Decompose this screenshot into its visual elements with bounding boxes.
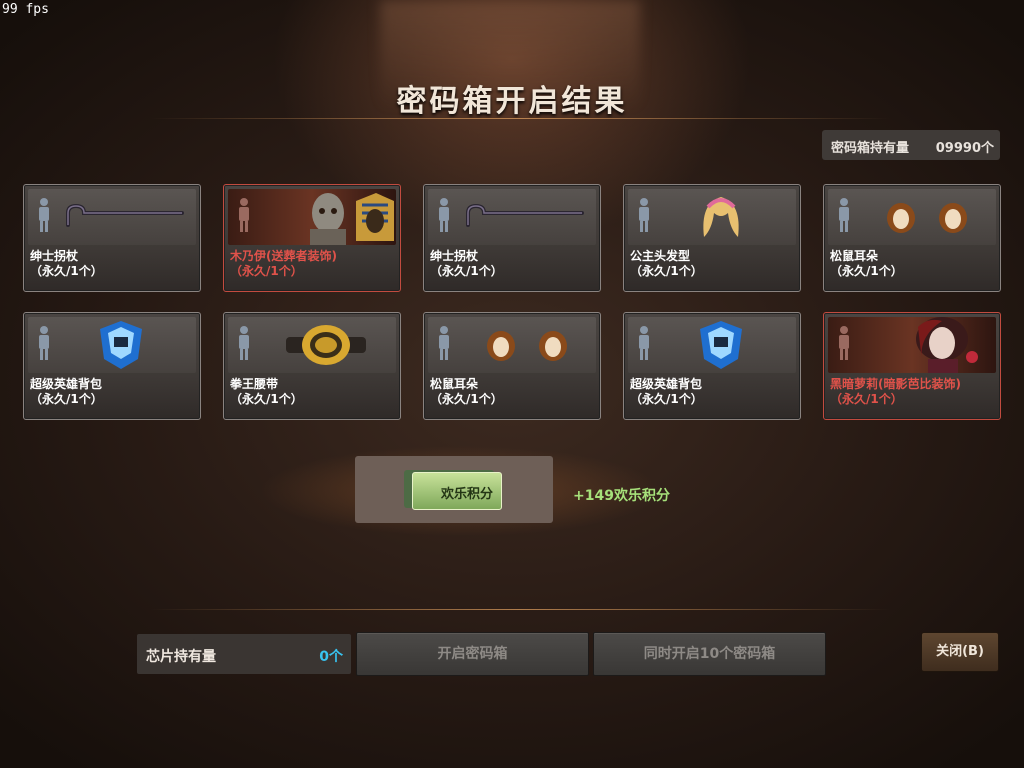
fps-counter: 99 fps [2,2,49,17]
item-card[interactable]: 黑暗萝莉(暗影芭比装饰) （永久/1个） [823,312,1001,420]
ticket-front: 欢乐积分 [412,472,502,510]
dark-lolita-icon [916,317,978,373]
box-holdings: 密码箱持有量 09990个 [822,130,1000,160]
princess-hair-icon [703,197,739,237]
item-duration: （永久/1个） [630,264,703,278]
item-art [28,189,196,245]
chip-holdings: 芯片持有量 0个 [137,634,351,674]
person-icon [439,326,449,360]
item-card[interactable]: 公主头发型 （永久/1个） [623,184,801,292]
item-art [28,317,196,373]
open-box-button[interactable]: 开启密码箱 [356,632,589,676]
ticket-label: 欢乐积分 [441,487,494,502]
item-card[interactable]: 绅士拐杖 （永久/1个） [423,184,601,292]
close-button[interactable]: 关闭(B) [921,632,999,672]
person-icon [239,198,249,232]
title-divider [150,118,890,119]
item-duration: （永久/1个） [230,264,303,278]
open-10-boxes-button[interactable]: 同时开启10个密码箱 [593,632,826,676]
reward-points-text: +149欢乐积分 [573,488,670,504]
person-icon [39,198,49,232]
item-duration: （永久/1个） [830,264,903,278]
item-card[interactable]: 超级英雄背包 （永久/1个） [23,312,201,420]
chip-holdings-label: 芯片持有量 [146,649,216,665]
item-card[interactable]: 松鼠耳朵 （永久/1个） [823,184,1001,292]
person-icon [239,326,249,360]
champion-belt-icon [286,325,366,365]
person-icon [639,198,649,232]
bottom-divider [150,609,890,610]
item-art [828,189,996,245]
item-duration: （永久/1个） [430,264,503,278]
cane-icon [466,203,584,227]
happy-points-ticket-icon: 欢乐积分 [404,466,502,510]
item-duration: （永久/1个） [630,392,703,406]
item-duration: （永久/1个） [430,392,503,406]
chip-holdings-count: 0个 [319,649,343,665]
item-art [428,317,596,373]
person-icon [839,198,849,232]
item-duration: （永久/1个） [30,392,103,406]
box-holdings-count: 09990个 [935,141,994,156]
item-art [228,189,396,245]
squirrel-ears-icon [887,203,967,233]
item-card[interactable]: 超级英雄背包 （永久/1个） [623,312,801,420]
item-art [828,317,996,373]
item-art [628,189,796,245]
box-holdings-label: 密码箱持有量 [831,141,910,156]
item-duration: （永久/1个） [230,392,303,406]
item-art [628,317,796,373]
squirrel-ears-icon [487,331,567,361]
mummy-icon [310,193,394,245]
item-card[interactable]: 木乃伊(送葬者装饰) （永久/1个） [223,184,401,292]
person-icon [39,326,49,360]
cane-icon [66,203,184,227]
item-art [228,317,396,373]
item-art [428,189,596,245]
hero-backpack-icon [100,321,142,369]
item-duration: （永久/1个） [30,264,103,278]
item-duration: （永久/1个） [830,392,903,406]
item-card[interactable]: 拳王腰带 （永久/1个） [223,312,401,420]
item-card[interactable]: 松鼠耳朵 （永久/1个） [423,312,601,420]
page-title: 密码箱开启结果 [396,84,628,119]
item-card[interactable]: 绅士拐杖 （永久/1个） [23,184,201,292]
person-icon [439,198,449,232]
person-icon [839,326,849,360]
person-icon [639,326,649,360]
hero-backpack-icon [700,321,742,369]
